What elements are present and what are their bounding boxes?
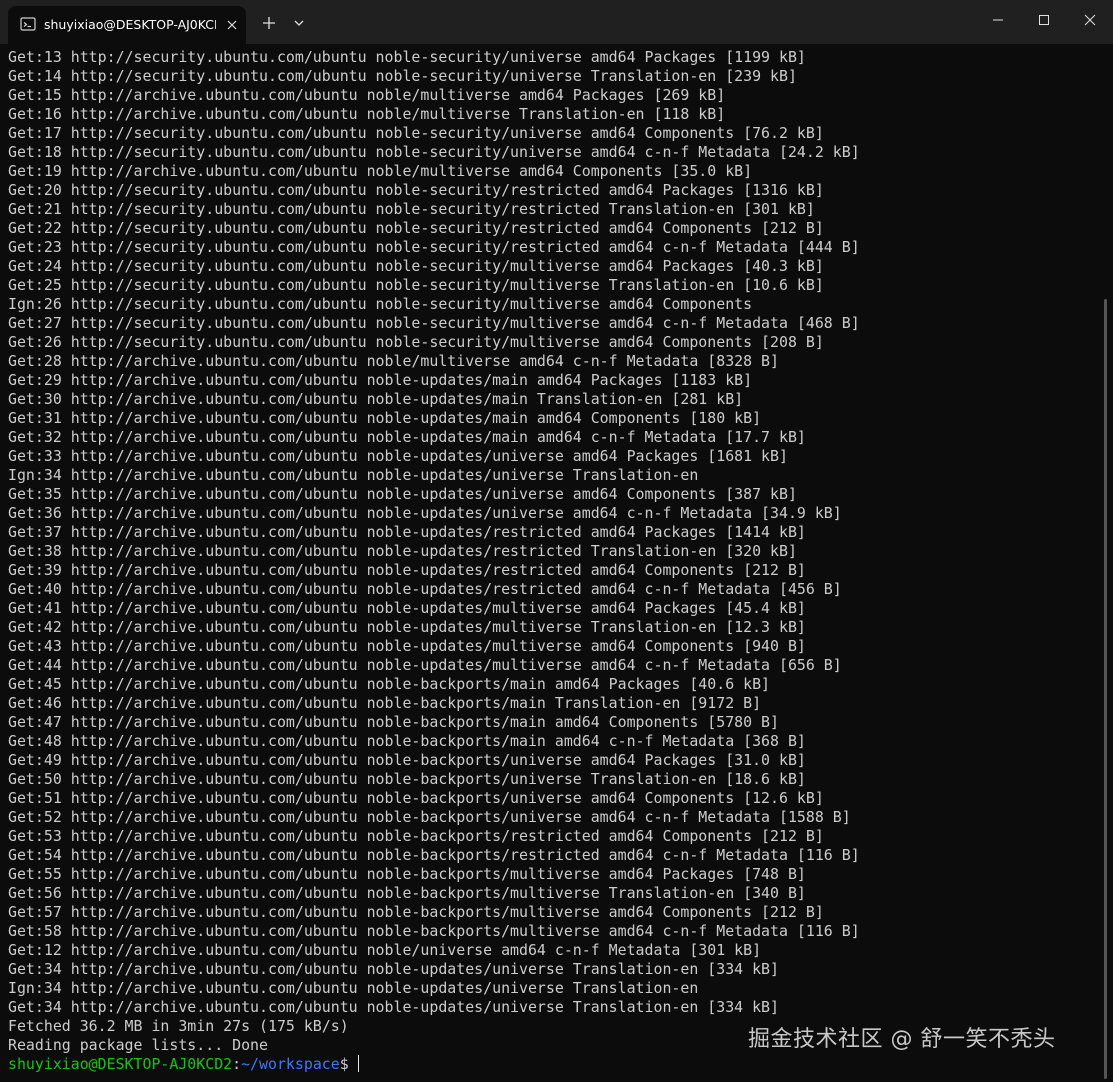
terminal-line: Get:47 http://archive.ubuntu.com/ubuntu … (8, 713, 779, 731)
terminal-line: Get:17 http://security.ubuntu.com/ubuntu… (8, 124, 824, 142)
tab-dropdown-button[interactable] (288, 12, 310, 34)
terminal-line: Get:37 http://archive.ubuntu.com/ubuntu … (8, 523, 806, 541)
chevron-down-icon (294, 20, 304, 26)
terminal-line: Get:48 http://archive.ubuntu.com/ubuntu … (8, 732, 806, 750)
terminal-line: Get:39 http://archive.ubuntu.com/ubuntu … (8, 561, 806, 579)
terminal-line: Get:12 http://archive.ubuntu.com/ubuntu … (8, 941, 762, 959)
terminal-line: Get:25 http://security.ubuntu.com/ubuntu… (8, 276, 824, 294)
terminal-line: Ign:26 http://security.ubuntu.com/ubuntu… (8, 295, 753, 313)
terminal-line: Get:55 http://archive.ubuntu.com/ubuntu … (8, 865, 806, 883)
terminal-line: Get:18 http://security.ubuntu.com/ubuntu… (8, 143, 860, 161)
terminal-line: Get:29 http://archive.ubuntu.com/ubuntu … (8, 371, 753, 389)
terminal-line: Get:28 http://archive.ubuntu.com/ubuntu … (8, 352, 779, 370)
terminal-line: Get:45 http://archive.ubuntu.com/ubuntu … (8, 675, 771, 693)
terminal-line: Get:22 http://security.ubuntu.com/ubuntu… (8, 219, 824, 237)
prompt-path: ~/workspace (241, 1055, 340, 1073)
terminal-line: Get:51 http://archive.ubuntu.com/ubuntu … (8, 789, 824, 807)
terminal-line: Get:21 http://security.ubuntu.com/ubuntu… (8, 200, 815, 218)
text-cursor (357, 1055, 359, 1072)
scrollbar[interactable] (1104, 299, 1107, 1079)
terminal-line: Get:46 http://archive.ubuntu.com/ubuntu … (8, 694, 762, 712)
terminal-line: Get:19 http://archive.ubuntu.com/ubuntu … (8, 162, 753, 180)
new-tab-button[interactable] (258, 12, 280, 34)
close-icon[interactable] (222, 15, 242, 35)
terminal-line: Get:41 http://archive.ubuntu.com/ubuntu … (8, 599, 806, 617)
terminal-line: Get:27 http://security.ubuntu.com/ubuntu… (8, 314, 860, 332)
terminal-line: Ign:34 http://archive.ubuntu.com/ubuntu … (8, 979, 699, 997)
tab-terminal[interactable]: shuyixiao@DESKTOP-AJ0KCD2: ~ (8, 6, 246, 44)
title-bar: shuyixiao@DESKTOP-AJ0KCD2: ~ (0, 0, 1113, 44)
terminal-line: Get:44 http://archive.ubuntu.com/ubuntu … (8, 656, 842, 674)
prompt-symbol: $ (339, 1055, 349, 1073)
terminal-line: Get:54 http://archive.ubuntu.com/ubuntu … (8, 846, 860, 864)
watermark: 掘金技术社区 @ 舒一笑不秃头 (748, 1027, 1056, 1052)
tab-title: shuyixiao@DESKTOP-AJ0KCD2: ~ (44, 17, 216, 32)
terminal-line: Get:13 http://security.ubuntu.com/ubuntu… (8, 48, 806, 66)
terminal-line: Get:53 http://archive.ubuntu.com/ubuntu … (8, 827, 824, 845)
terminal-line: Get:43 http://archive.ubuntu.com/ubuntu … (8, 637, 806, 655)
terminal-line: Get:26 http://security.ubuntu.com/ubuntu… (8, 333, 824, 351)
terminal-line: Ign:34 http://archive.ubuntu.com/ubuntu … (8, 466, 699, 484)
maximize-icon (1039, 15, 1049, 25)
terminal-line: Get:58 http://archive.ubuntu.com/ubuntu … (8, 922, 860, 940)
terminal-line: Get:57 http://archive.ubuntu.com/ubuntu … (8, 903, 824, 921)
terminal-line: Get:31 http://archive.ubuntu.com/ubuntu … (8, 409, 762, 427)
terminal-line: Get:20 http://security.ubuntu.com/ubuntu… (8, 181, 824, 199)
plus-icon (263, 17, 275, 29)
terminal-line: Get:42 http://archive.ubuntu.com/ubuntu … (8, 618, 806, 636)
terminal-line: Get:49 http://archive.ubuntu.com/ubuntu … (8, 751, 806, 769)
window-close-button[interactable] (1067, 0, 1113, 40)
terminal-line: Get:34 http://archive.ubuntu.com/ubuntu … (8, 998, 779, 1016)
terminal-line: Get:34 http://archive.ubuntu.com/ubuntu … (8, 960, 779, 978)
close-icon (1084, 14, 1096, 26)
terminal-line: Get:14 http://security.ubuntu.com/ubuntu… (8, 67, 797, 85)
terminal-line: Get:32 http://archive.ubuntu.com/ubuntu … (8, 428, 806, 446)
terminal-line: Get:33 http://archive.ubuntu.com/ubuntu … (8, 447, 788, 465)
terminal-line: Get:30 http://archive.ubuntu.com/ubuntu … (8, 390, 744, 408)
terminal-line: Get:50 http://archive.ubuntu.com/ubuntu … (8, 770, 806, 788)
terminal-lines: Get:13 http://security.ubuntu.com/ubuntu… (8, 48, 1093, 1074)
terminal-line: Get:56 http://archive.ubuntu.com/ubuntu … (8, 884, 806, 902)
terminal-line: Get:16 http://archive.ubuntu.com/ubuntu … (8, 105, 726, 123)
terminal-line: Get:40 http://archive.ubuntu.com/ubuntu … (8, 580, 842, 598)
terminal-line: Get:38 http://archive.ubuntu.com/ubuntu … (8, 542, 797, 560)
terminal-line: Get:23 http://security.ubuntu.com/ubuntu… (8, 238, 860, 256)
terminal-output[interactable]: Get:13 http://security.ubuntu.com/ubuntu… (0, 44, 1113, 1082)
prompt-separator: : (232, 1055, 242, 1073)
prompt-line[interactable]: shuyixiao@DESKTOP-AJ0KCD2:~/workspace$ (8, 1055, 1093, 1074)
minimize-button[interactable] (975, 0, 1021, 40)
terminal-icon (20, 16, 36, 32)
terminal-line: Get:52 http://archive.ubuntu.com/ubuntu … (8, 808, 851, 826)
prompt-user-host: shuyixiao@DESKTOP-AJ0KCD2 (8, 1055, 233, 1073)
terminal-line: Get:35 http://archive.ubuntu.com/ubuntu … (8, 485, 797, 503)
terminal-line: Get:15 http://archive.ubuntu.com/ubuntu … (8, 86, 726, 104)
maximize-button[interactable] (1021, 0, 1067, 40)
terminal-line: Get:24 http://security.ubuntu.com/ubuntu… (8, 257, 824, 275)
terminal-line: Get:36 http://archive.ubuntu.com/ubuntu … (8, 504, 842, 522)
minimize-icon (993, 19, 1003, 21)
